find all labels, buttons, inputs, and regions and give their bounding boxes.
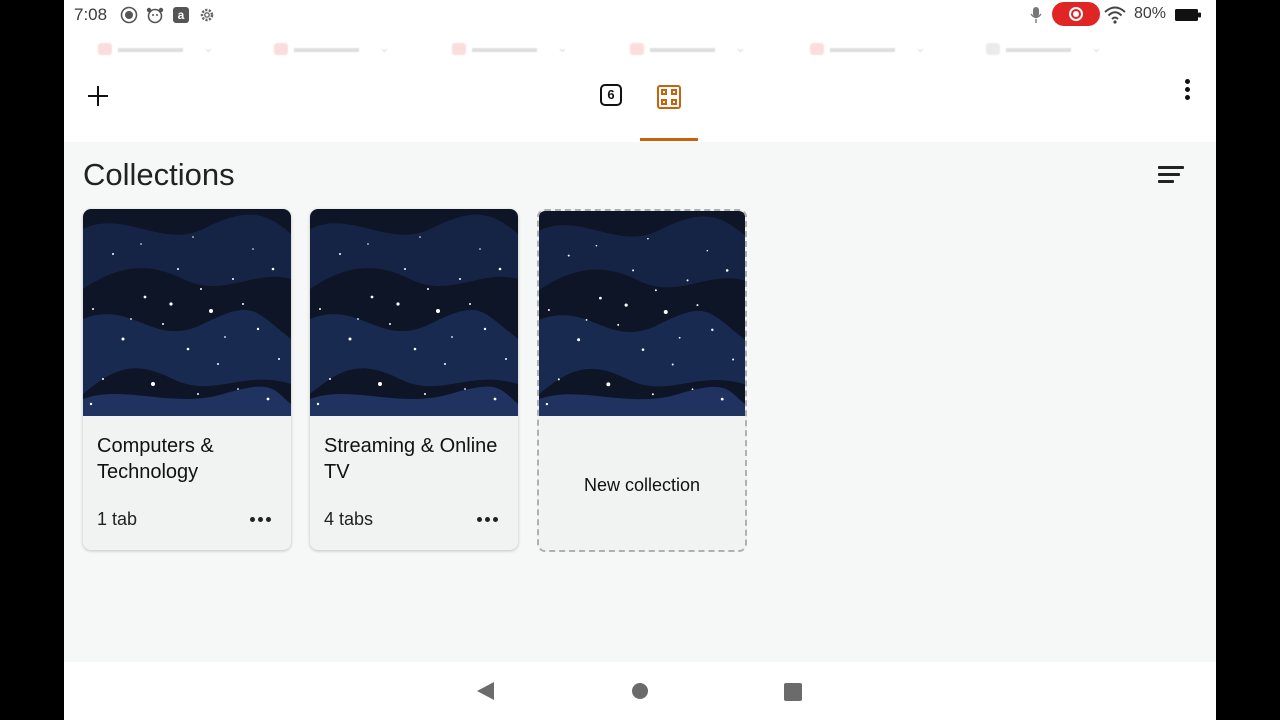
recent-apps-icon[interactable] [784,683,802,701]
collection-thumbnail [83,209,291,416]
background-tab: ▬▬▬▬▬ ⌄ [274,40,390,60]
collection-thumbnail [539,211,745,416]
screen-record-icon [1052,2,1100,26]
background-tab: ▬▬▬▬▬ ⌄ [810,40,926,60]
open-tabs-button[interactable]: 6 [600,84,622,106]
new-collection-label: New collection [583,475,701,495]
wifi-icon [1104,6,1126,24]
add-button[interactable] [84,82,112,110]
record-icon [120,6,138,24]
device-screen: 7:08 a 80% ▬▬▬▬▬ ⌄ ▬▬▬▬▬ ⌄ ▬▬▬▬▬ ⌄ ▬▬▬▬▬ ⌄ ▬… [64,0,1216,720]
page-title: Collections [83,157,235,192]
active-tab-indicator [640,138,698,141]
collection-tab-count: 4 tabs [324,509,374,529]
system-navigation-bar [64,662,1216,720]
background-tab: ▬▬▬▬▬ ⌄ [630,40,746,60]
collection-card[interactable]: Computers & Technology 1 tab [83,209,291,550]
status-time: 7:08 [74,5,108,24]
collections-grid-icon [657,85,681,109]
tab-collections[interactable] [640,74,698,141]
collection-thumbnail [310,209,518,416]
collection-more-icon[interactable] [247,505,275,533]
more-options-icon[interactable] [1178,76,1196,102]
mic-icon [1030,7,1042,23]
fire-kids-icon [146,7,164,24]
home-icon[interactable] [632,683,648,699]
svg-text:a: a [178,8,185,22]
collection-card[interactable]: Streaming & Online TV 4 tabs [310,209,518,550]
background-tab: ▬▬▬▬▬ ⌄ [986,40,1102,60]
background-tab-strip: ▬▬▬▬▬ ⌄ ▬▬▬▬▬ ⌄ ▬▬▬▬▬ ⌄ ▬▬▬▬▬ ⌄ ▬▬▬▬▬ ⌄ ▬▬▬▬▬… [64,36,1216,62]
collection-tab-count: 1 tab [97,509,138,529]
collection-more-icon[interactable] [474,505,502,533]
collection-title: Computers & Technology [97,435,214,483]
settings-icon [200,8,214,22]
sort-icon[interactable] [1158,166,1186,186]
battery-icon [1175,9,1201,21]
tab-switcher-toolbar: 6 [64,62,1216,142]
collection-title: Streaming & Online TV [324,435,498,483]
collections-panel: Collections Computers & Technology 1 tab… [64,142,1216,662]
back-icon[interactable] [477,682,494,700]
new-collection-card[interactable]: New collection [537,209,747,552]
background-tab: ▬▬▬▬▬ ⌄ [452,40,568,60]
status-bar: 7:08 a 80% [64,0,1216,30]
battery-percent: 80% [1134,5,1167,22]
amazon-icon: a [173,7,189,23]
background-tab: ▬▬▬▬▬ ⌄ [98,40,214,60]
